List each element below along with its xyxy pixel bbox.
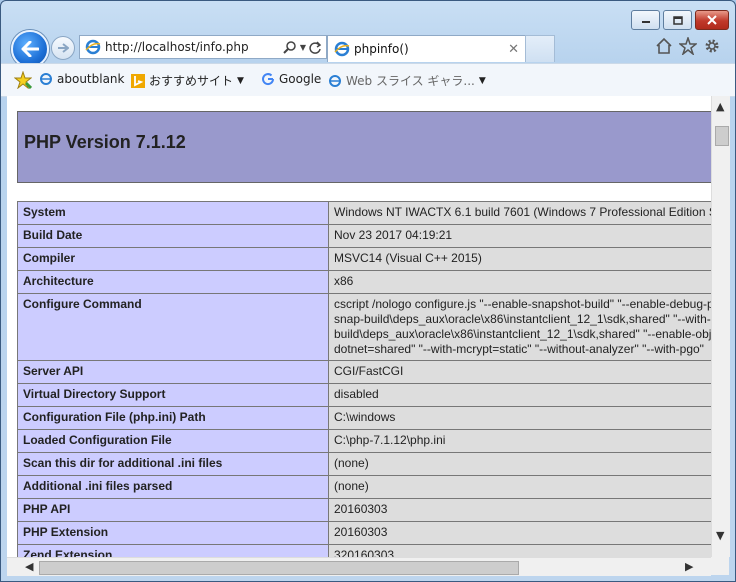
scroll-down-icon[interactable]: ▼: [716, 529, 724, 542]
favorites-star-icon[interactable]: [14, 71, 32, 89]
table-row: Virtual Directory Support disabled: [17, 383, 711, 407]
favorite-aboutblank[interactable]: aboutblank: [39, 72, 124, 86]
row-value: C:\windows: [328, 406, 711, 430]
forward-arrow-icon: [58, 43, 69, 53]
row-value-line: cscript /nologo configure.js "--enable-s…: [334, 297, 711, 311]
scroll-up-icon[interactable]: ▲: [716, 100, 724, 113]
row-value: 20160303: [328, 521, 711, 545]
address-bar[interactable]: http://localhost/info.php ▼: [79, 35, 327, 59]
favorite-label: Web スライス ギャラ...: [346, 74, 475, 88]
row-key: Configuration File (php.ini) Path: [17, 406, 329, 430]
favorite-web-slice-gallery[interactable]: Web スライス ギャラ... ▼: [328, 72, 486, 89]
home-icon[interactable]: [655, 37, 673, 55]
browser-window: http://localhost/info.php ▼ phpinfo() ✕ …: [0, 0, 736, 582]
address-url[interactable]: http://localhost/info.php: [105, 40, 283, 54]
bing-icon: [131, 73, 145, 88]
favorite-label: aboutblank: [57, 72, 125, 86]
phpinfo-table: System Windows NT IWACTX 6.1 build 7601 (…: [17, 201, 711, 557]
row-value: 20160303: [328, 498, 711, 522]
row-key: Scan this dir for additional .ini files: [17, 452, 329, 476]
row-value: (none): [328, 452, 711, 476]
dropdown-icon[interactable]: ▼: [300, 43, 306, 52]
table-row: System Windows NT IWACTX 6.1 build 7601 (…: [17, 201, 711, 225]
maximize-button[interactable]: [663, 10, 692, 30]
table-row: PHP API 20160303: [17, 498, 711, 522]
close-icon: [707, 15, 717, 25]
tab-close-icon[interactable]: ✕: [508, 42, 519, 57]
table-row: Compiler MSVC14 (Visual C++ 2015): [17, 247, 711, 271]
forward-button[interactable]: [51, 36, 75, 60]
row-value: C:\php-7.1.12\php.ini: [328, 429, 711, 453]
row-value: x86: [328, 270, 711, 294]
page-viewport: PHP Version 7.1.12 System Windows NT IWAC…: [7, 96, 711, 557]
search-icon[interactable]: [283, 40, 297, 54]
new-tab-button[interactable]: [525, 35, 555, 62]
gear-icon[interactable]: [703, 37, 721, 55]
row-key: PHP Extension: [17, 521, 329, 545]
row-value-line: snap-build\deps_aux\oracle\x86\instantcl…: [334, 312, 711, 326]
row-key: PHP API: [17, 498, 329, 522]
table-row: Configuration File (php.ini) Path C:\wind…: [17, 406, 711, 430]
page-title: PHP Version 7.1.12: [24, 132, 186, 152]
refresh-icon[interactable]: [309, 40, 322, 54]
row-key: Additional .ini files parsed: [17, 475, 329, 499]
favorites-bar: aboutblank おすすめサイト ▼ Google Web スライス ギャラ…: [1, 63, 735, 97]
row-key: Server API: [17, 360, 329, 384]
row-value: 320160303: [328, 544, 711, 557]
row-key: Build Date: [17, 224, 329, 248]
table-row: Zend Extension 320160303: [17, 544, 711, 557]
favorite-label: Google: [279, 72, 322, 86]
row-value: disabled: [328, 383, 711, 407]
table-row: Loaded Configuration File C:\php-7.1.12\p…: [17, 429, 711, 453]
row-value: CGI/FastCGI: [328, 360, 711, 384]
star-icon[interactable]: [679, 37, 697, 55]
vertical-scrollbar[interactable]: ▲ ▼: [711, 96, 730, 557]
row-value: (none): [328, 475, 711, 499]
php-version-header: PHP Version 7.1.12: [17, 111, 711, 183]
row-key: System: [17, 201, 329, 225]
table-row: Build Date Nov 23 2017 04:19:21: [17, 224, 711, 248]
row-key: Loaded Configuration File: [17, 429, 329, 453]
minimize-icon: [641, 21, 650, 23]
row-key: Compiler: [17, 247, 329, 271]
maximize-icon: [672, 15, 683, 25]
close-window-button[interactable]: [695, 10, 729, 30]
tab-label: phpinfo(): [354, 42, 409, 56]
back-arrow-icon: [21, 41, 39, 57]
favorite-google[interactable]: Google: [261, 72, 321, 86]
scroll-left-icon[interactable]: ◀: [25, 560, 33, 573]
row-value-line: dotnet=shared" "--with-mcrypt=static" "-…: [334, 342, 704, 356]
scrollbar-corner: [711, 557, 729, 575]
row-value: MSVC14 (Visual C++ 2015): [328, 247, 711, 271]
table-row: Additional .ini files parsed (none): [17, 475, 711, 499]
chevron-down-icon: ▼: [237, 75, 244, 86]
horizontal-scrollbar[interactable]: ◀ ▶: [7, 557, 711, 576]
row-key: Architecture: [17, 270, 329, 294]
table-row: Architecture x86: [17, 270, 711, 294]
table-row: Server API CGI/FastCGI: [17, 360, 711, 384]
chevron-down-icon: ▼: [478, 75, 486, 86]
horizontal-scroll-thumb[interactable]: [39, 561, 519, 575]
row-key: Zend Extension: [17, 544, 329, 557]
ie-page-icon: [40, 73, 52, 85]
favorite-recommended-sites[interactable]: おすすめサイト ▼: [131, 72, 244, 89]
row-value: Windows NT IWACTX 6.1 build 7601 (Window…: [328, 201, 711, 225]
tab-phpinfo[interactable]: phpinfo() ✕: [327, 35, 526, 62]
ie-page-icon: [334, 41, 350, 57]
scroll-right-icon[interactable]: ▶: [685, 560, 693, 573]
row-key: Virtual Directory Support: [17, 383, 329, 407]
minimize-button[interactable]: [631, 10, 660, 30]
table-row: Configure Command cscript /nologo configu…: [17, 293, 711, 361]
row-value: Nov 23 2017 04:19:21: [328, 224, 711, 248]
google-icon: [262, 73, 275, 86]
table-row: PHP Extension 20160303: [17, 521, 711, 545]
ie-page-icon: [85, 39, 101, 55]
favorite-label: おすすめサイト: [149, 74, 234, 88]
row-value-line: build\deps_aux\oracle\x86\instantclient_…: [334, 327, 711, 341]
vertical-scroll-thumb[interactable]: [715, 126, 729, 146]
row-key: Configure Command: [17, 293, 329, 361]
ie-page-icon: [329, 74, 341, 87]
table-row: Scan this dir for additional .ini files(…: [17, 452, 711, 476]
row-value-multiline: cscript /nologo configure.js "--enable-s…: [328, 293, 711, 361]
